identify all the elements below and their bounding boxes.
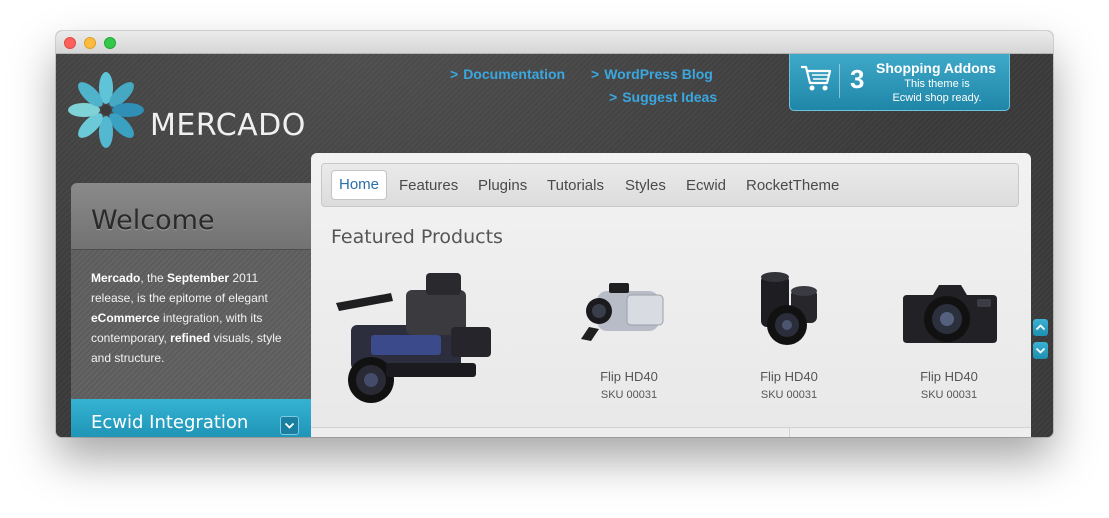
ecwid-integration-title: Ecwid Integration (91, 412, 249, 433)
site-logo[interactable]: MERCADO (68, 68, 308, 148)
documentation-link[interactable]: > Documentation (450, 66, 565, 82)
ecwid-integration-panel[interactable]: Ecwid Integration (71, 399, 311, 437)
welcome-text-run: refined (170, 331, 211, 345)
product-sku: SKU 00031 (600, 389, 658, 401)
scroll-up-button[interactable] (1033, 319, 1048, 336)
nav-item-tutorials[interactable]: Tutorials (547, 173, 604, 199)
welcome-text-run: Mercado (91, 271, 141, 285)
welcome-header: Welcome (71, 183, 311, 250)
nav-item-home[interactable]: Home (331, 170, 388, 200)
dslr-camera-icon (903, 285, 997, 343)
welcome-title: Welcome (91, 205, 215, 236)
welcome-text-run: September (167, 271, 230, 285)
handheld-camcorder-icon (581, 283, 664, 341)
suggest-ideas-link-label: Suggest Ideas (622, 89, 718, 105)
product-name[interactable]: Flip HD40 (729, 369, 849, 384)
zoom-window-button[interactable] (104, 37, 116, 49)
chevron-down-icon (1035, 347, 1046, 354)
pro-video-camera-icon[interactable] (331, 265, 511, 405)
addons-title: Shopping Addons (876, 60, 997, 76)
browser-window: MERCADO > Documentation > WordPress Blog >… (56, 31, 1053, 437)
shopping-addons-banner[interactable]: 3 Shopping Addons This theme is Ecwid sh… (789, 54, 1010, 111)
chevron-up-icon (1035, 324, 1046, 331)
chevron-down-icon (284, 422, 295, 429)
window-titlebar (56, 31, 1053, 54)
website-page: MERCADO > Documentation > WordPress Blog >… (56, 54, 1053, 437)
nav-item-rockettheme[interactable]: RocketTheme (746, 173, 839, 199)
product-name[interactable]: Flip HD40 (569, 369, 689, 384)
product-card[interactable]: Flip HD40 SKU 00031 (729, 269, 849, 409)
product-sku: SKU 00031 (920, 389, 978, 401)
welcome-text-run: eCommerce (91, 311, 160, 325)
panel-footer (311, 427, 1031, 437)
wordpress-blog-link[interactable]: > WordPress Blog (591, 66, 713, 82)
welcome-text: Mercado, the September 2011 release, is … (91, 268, 296, 368)
suggest-ideas-link[interactable]: > Suggest Ideas (609, 89, 717, 105)
scroll-down-button[interactable] (1033, 342, 1048, 359)
chevron-right-icon: > (609, 89, 618, 105)
addons-divider (839, 64, 840, 98)
featured-products-title: Featured Products (331, 226, 503, 248)
flower-logo-icon (68, 72, 144, 148)
addons-count: 3 (850, 64, 865, 94)
addons-line2: Ecwid shop ready. (892, 92, 982, 104)
product-card[interactable]: Flip HD40 SKU 00031 (889, 269, 1009, 409)
chevron-right-icon: > (591, 66, 600, 82)
sidebar: Welcome Mercado, the September 2011 rele… (71, 183, 311, 437)
nav-item-features[interactable]: Features (399, 173, 458, 199)
welcome-text-run: , the (140, 271, 168, 285)
nav-item-plugins[interactable]: Plugins (478, 173, 527, 199)
chevron-right-icon: > (450, 66, 459, 82)
documentation-link-label: Documentation (463, 66, 566, 82)
cart-icon (801, 65, 832, 91)
main-nav: Home Features Plugins Tutorials Styles E… (321, 163, 1019, 207)
camera-lenses-icon (761, 272, 817, 345)
footer-divider (789, 428, 790, 437)
addons-line1: This theme is (904, 78, 970, 90)
nav-item-styles[interactable]: Styles (625, 173, 666, 199)
nav-item-ecwid[interactable]: Ecwid (686, 173, 726, 199)
content-panel: Home Features Plugins Tutorials Styles E… (311, 153, 1031, 437)
product-name[interactable]: Flip HD40 (889, 369, 1009, 384)
expand-toggle-button[interactable] (280, 416, 299, 435)
minimize-window-button[interactable] (84, 37, 96, 49)
logo-text: MERCADO (150, 108, 306, 143)
product-sku: SKU 00031 (760, 389, 818, 401)
close-window-button[interactable] (64, 37, 76, 49)
product-card[interactable]: Flip HD40 SKU 00031 (569, 269, 689, 409)
wordpress-blog-link-label: WordPress Blog (604, 66, 713, 82)
